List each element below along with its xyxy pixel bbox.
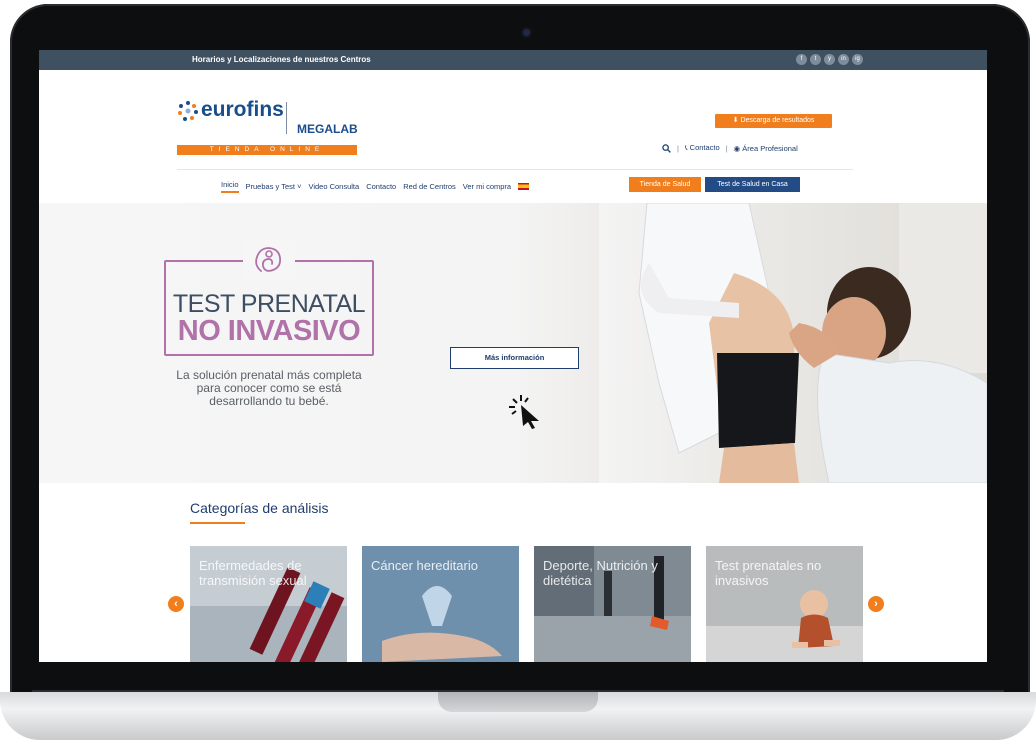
- contact-link[interactable]: 📞︎ Contacto: [685, 143, 720, 153]
- fetus-icon: [255, 247, 282, 272]
- linkedin-icon[interactable]: in: [838, 54, 849, 65]
- test-salud-casa-button[interactable]: Test de Salud en Casa: [705, 177, 800, 192]
- carousel-prev-button[interactable]: ‹: [168, 596, 184, 612]
- user-icon: ◉: [733, 143, 741, 153]
- prenatal-title-line2: NO INVASIVO: [177, 315, 361, 347]
- website-screen: Horarios y Localizaciones de nuestros Ce…: [39, 50, 987, 662]
- phone-icon: 📞︎: [684, 143, 688, 152]
- facebook-icon[interactable]: f: [796, 54, 807, 65]
- download-results-button[interactable]: ⬇ Descarga de resultados: [715, 114, 832, 128]
- locations-link[interactable]: Horarios y Localizaciones de nuestros Ce…: [192, 55, 371, 64]
- separator: |: [677, 143, 679, 153]
- carousel-next-button[interactable]: ›: [868, 596, 884, 612]
- main-nav: Inicio Pruebas y Test ˅ Video Consulta C…: [221, 180, 530, 193]
- professional-link[interactable]: ◉ Área Profesional: [734, 144, 798, 153]
- click-cursor-icon: [509, 395, 539, 429]
- tienda-de-salud-button[interactable]: Tienda de Salud: [629, 177, 701, 192]
- utility-links: | 📞︎ Contacto | ◉ Área Profesional: [662, 143, 798, 153]
- instagram-icon[interactable]: ig: [852, 54, 863, 65]
- more-info-button[interactable]: Más información: [450, 347, 579, 369]
- brand-sub: MEGALAB: [297, 122, 358, 136]
- hero-couple-photo: [599, 203, 987, 483]
- camera: [523, 29, 530, 36]
- categories-underline: [190, 522, 245, 524]
- hero-banner: TEST PRENATAL NO INVASIVO La solución pr…: [39, 203, 987, 483]
- category-card-sport[interactable]: Deporte, Nutrición y dietética: [534, 546, 691, 662]
- professional-label: Área Profesional: [742, 143, 798, 153]
- category-card-cancer[interactable]: Cáncer hereditario: [362, 546, 519, 662]
- category-label: Enfermedades de transmisión sexual: [199, 558, 307, 588]
- contact-label: Contacto: [689, 143, 720, 152]
- header-divider: [177, 169, 853, 170]
- separator: |: [725, 143, 728, 153]
- category-card-prenatal[interactable]: Test prenatales no invasivos: [706, 546, 863, 662]
- nav-item-red-de-centros[interactable]: Red de Centros: [403, 182, 456, 191]
- eurofins-logo-icon: [178, 101, 198, 121]
- nav-item-pruebas[interactable]: Pruebas y Test ˅: [246, 182, 302, 191]
- category-card-std[interactable]: Enfermedades de transmisión sexual: [190, 546, 347, 662]
- category-label: Test prenatales no invasivos: [715, 558, 822, 588]
- brand-name[interactable]: eurofins: [201, 98, 284, 122]
- nav-item-ver-mi-compra[interactable]: Ver mi compra: [463, 182, 511, 191]
- twitter-icon[interactable]: t: [810, 54, 821, 65]
- nav-item-inicio[interactable]: Inicio: [221, 180, 239, 193]
- categories-title: Categorías de análisis: [190, 500, 329, 516]
- logo-divider: [286, 102, 287, 134]
- nav-item-contacto[interactable]: Contacto: [366, 182, 396, 191]
- spanish-flag-icon[interactable]: [518, 183, 530, 190]
- download-results-label: Descarga de resultados: [740, 117, 815, 124]
- hero-description: La solución prenatal más completa para c…: [176, 368, 362, 408]
- nav-item-video-consulta[interactable]: Video Consulta: [308, 182, 359, 191]
- tienda-online-band: TIENDA ONLINE: [177, 145, 357, 155]
- social-links: f t y in ig: [796, 54, 863, 65]
- search-icon[interactable]: [662, 143, 671, 153]
- category-label: Cáncer hereditario: [371, 558, 478, 573]
- youtube-icon[interactable]: y: [824, 54, 835, 65]
- laptop-notch: [438, 692, 598, 712]
- category-label: Deporte, Nutrición y dietética: [543, 558, 658, 588]
- top-bar: Horarios y Localizaciones de nuestros Ce…: [39, 50, 987, 70]
